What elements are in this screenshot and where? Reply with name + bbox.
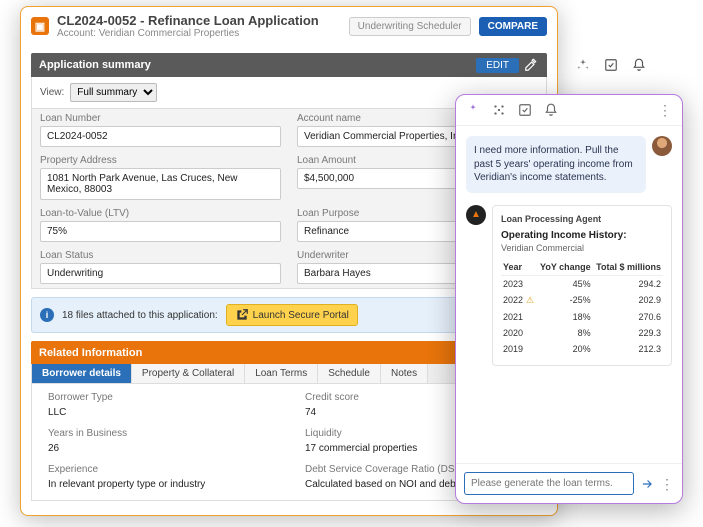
agent-body: I need more information. Pull the past 5…: [456, 126, 682, 463]
page-title: CL2024-0052 - Refinance Loan Application: [57, 13, 341, 28]
app-icon: ▣: [31, 17, 49, 35]
loan-status-value: Underwriting: [40, 263, 281, 284]
cell-yoy: 20%: [537, 341, 593, 357]
col-year: Year: [501, 259, 537, 276]
cell-yoy: -25%: [537, 292, 593, 309]
nodes-icon[interactable]: [492, 103, 506, 117]
underwriting-scheduler-button[interactable]: Underwriting Scheduler: [349, 17, 471, 36]
table-row: 201920%212.3: [501, 341, 663, 357]
sparkle-icon[interactable]: [466, 103, 480, 117]
cell-yoy: 18%: [537, 309, 593, 325]
income-history-table: Year YoY change Total $ millions 202345%…: [501, 259, 663, 357]
property-address-value: 1081 North Park Avenue, Las Cruces, New …: [40, 168, 281, 200]
view-select[interactable]: Full summary: [70, 83, 157, 102]
page-subtitle: Account: Veridian Commercial Properties: [57, 28, 341, 39]
cell-yoy: 45%: [537, 275, 593, 292]
edit-button[interactable]: EDIT: [476, 58, 519, 73]
cell-total: 270.6: [593, 309, 663, 325]
cell-total: 229.3: [593, 325, 663, 341]
agent-input-row: ⋮: [456, 463, 682, 503]
operating-income-title: Operating Income History:: [501, 230, 663, 241]
field-label: Loan Status: [40, 250, 281, 261]
cell-year: 2019: [501, 341, 537, 357]
cell-year: 2021: [501, 309, 537, 325]
cell-year: 2020: [501, 325, 537, 341]
loan-number-value: CL2024-0052: [40, 126, 281, 147]
external-link-icon: [235, 308, 249, 322]
ltv-value: 75%: [40, 221, 281, 242]
tab-notes[interactable]: Notes: [381, 364, 428, 383]
operating-income-subtitle: Veridian Commercial: [501, 243, 663, 253]
tab-schedule[interactable]: Schedule: [318, 364, 381, 383]
bell-icon[interactable]: [544, 103, 558, 117]
field-label: Experience: [48, 464, 273, 475]
cell-year: 2023: [501, 275, 537, 292]
agent-input[interactable]: [464, 472, 634, 495]
compare-button[interactable]: COMPARE: [479, 17, 547, 36]
borrower-type-value: LLC: [48, 405, 273, 420]
table-row: 2022⚠-25%202.9: [501, 292, 663, 309]
check-icon[interactable]: [518, 103, 532, 117]
bell-icon[interactable]: [632, 58, 646, 72]
input-more-icon[interactable]: ⋮: [660, 477, 674, 491]
years-business-value: 26: [48, 441, 273, 456]
edit-icon[interactable]: [523, 57, 539, 73]
cell-total: 294.2: [593, 275, 663, 292]
field-label: Borrower Type: [48, 392, 273, 403]
summary-bar: Application summary EDIT: [31, 53, 547, 77]
experience-value: In relevant property type or industry: [48, 477, 273, 492]
panel-header: ▣ CL2024-0052 - Refinance Loan Applicati…: [21, 7, 557, 45]
agent-panel: ⋮ I need more information. Pull the past…: [455, 94, 683, 504]
field-label: Years in Business: [48, 428, 273, 439]
cell-year: 2022⚠: [501, 292, 537, 309]
col-total: Total $ millions: [593, 259, 663, 276]
warning-icon: ⚠: [526, 295, 534, 305]
sparkle-icon[interactable]: [576, 58, 590, 72]
field-label: Loan-to-Value (LTV): [40, 208, 281, 219]
table-row: 202118%270.6: [501, 309, 663, 325]
tab-property-collateral[interactable]: Property & Collateral: [132, 364, 245, 383]
cell-total: 202.9: [593, 292, 663, 309]
user-message-text: I need more information. Pull the past 5…: [466, 136, 646, 193]
send-icon[interactable]: [640, 477, 654, 491]
user-avatar: [652, 136, 672, 156]
view-label: View:: [40, 87, 64, 98]
field-label: Property Address: [40, 155, 281, 166]
related-title: Related Information: [39, 347, 477, 359]
side-action-strip: [564, 50, 679, 80]
info-icon: i: [40, 308, 54, 322]
summary-title: Application summary: [39, 59, 476, 71]
agent-avatar: ▲: [466, 205, 486, 225]
user-message: I need more information. Pull the past 5…: [466, 136, 672, 193]
attachments-text: 18 files attached to this application:: [62, 310, 218, 321]
table-row: 202345%294.2: [501, 275, 663, 292]
col-yoy: YoY change: [537, 259, 593, 276]
cell-yoy: 8%: [537, 325, 593, 341]
cell-total: 212.3: [593, 341, 663, 357]
launch-secure-portal-button[interactable]: Launch Secure Portal: [226, 304, 358, 326]
table-row: 20208%229.3: [501, 325, 663, 341]
agent-message: ▲ Loan Processing Agent Operating Income…: [466, 205, 672, 366]
header-titles: CL2024-0052 - Refinance Loan Application…: [57, 13, 341, 39]
launch-label: Launch Secure Portal: [253, 310, 349, 321]
tab-loan-terms[interactable]: Loan Terms: [245, 364, 318, 383]
agent-name: Loan Processing Agent: [501, 214, 663, 224]
tab-borrower-details[interactable]: Borrower details: [32, 364, 132, 383]
more-icon[interactable]: ⋮: [658, 103, 672, 117]
check-icon[interactable]: [604, 58, 618, 72]
agent-header: ⋮: [456, 95, 682, 126]
agent-card: Loan Processing Agent Operating Income H…: [492, 205, 672, 366]
field-label: Loan Number: [40, 113, 281, 124]
